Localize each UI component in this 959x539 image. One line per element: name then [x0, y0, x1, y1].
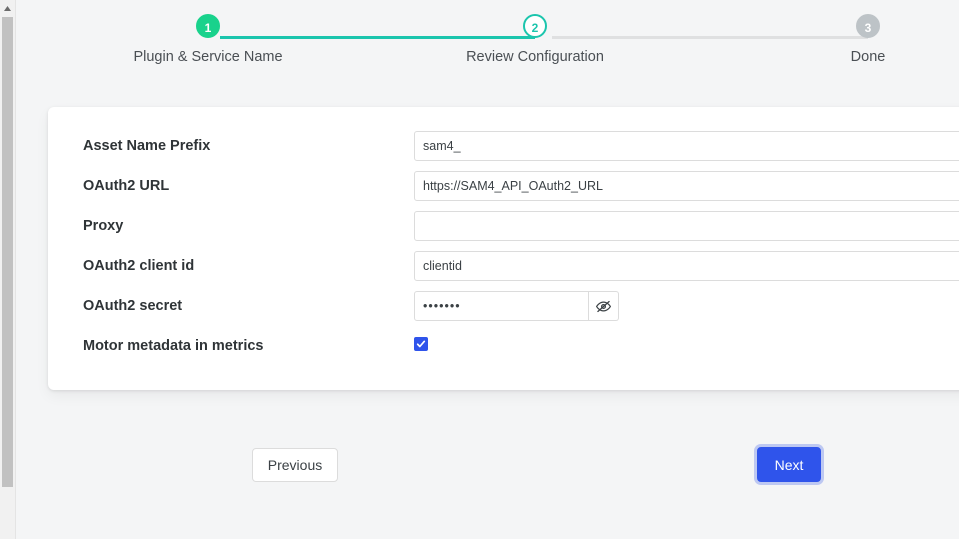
- wizard-step-1[interactable]: 1 Plugin & Service Name: [128, 14, 288, 65]
- control-oauth2-secret: [414, 291, 619, 321]
- vertical-scrollbar[interactable]: [0, 0, 16, 539]
- step-3-label: Done: [788, 49, 948, 65]
- control-oauth2-url: [414, 171, 959, 201]
- oauth2-secret-input[interactable]: [414, 291, 589, 321]
- motor-metadata-checkbox[interactable]: [414, 337, 428, 351]
- scroll-up-arrow-icon[interactable]: [0, 0, 15, 16]
- form-row-oauth2-url: OAuth2 URL: [48, 167, 959, 207]
- control-motor-metadata: [414, 331, 428, 351]
- step-1-circle: 1: [196, 14, 220, 38]
- form-row-proxy: Proxy: [48, 207, 959, 247]
- oauth2-client-id-input[interactable]: [414, 251, 959, 281]
- label-oauth2-client-id: OAuth2 client id: [83, 258, 194, 274]
- next-button[interactable]: Next: [757, 447, 821, 482]
- wizard-step-3[interactable]: 3 Done: [788, 14, 948, 65]
- proxy-input[interactable]: [414, 211, 959, 241]
- step-3-circle: 3: [856, 14, 880, 38]
- page-root: 1 Plugin & Service Name 2 Review Configu…: [0, 0, 959, 539]
- step-1-label: Plugin & Service Name: [128, 49, 288, 65]
- step-2-circle: 2: [523, 14, 547, 38]
- form-row-motor-metadata: Motor metadata in metrics: [48, 327, 959, 367]
- label-oauth2-url: OAuth2 URL: [83, 178, 169, 194]
- configuration-form-card: Asset Name Prefix OAuth2 URL Proxy OAuth…: [48, 107, 959, 390]
- wizard-step-2[interactable]: 2 Review Configuration: [455, 14, 615, 65]
- oauth2-secret-group: [414, 291, 619, 321]
- scrollbar-thumb[interactable]: [2, 17, 13, 487]
- step-2-label: Review Configuration: [455, 49, 615, 65]
- label-proxy: Proxy: [83, 218, 123, 234]
- stepper-connector-1-2: [220, 36, 535, 39]
- checkmark-icon: [416, 339, 426, 349]
- form-row-asset-name-prefix: Asset Name Prefix: [48, 127, 959, 167]
- previous-button[interactable]: Previous: [252, 448, 338, 482]
- page-viewport: 1 Plugin & Service Name 2 Review Configu…: [16, 0, 959, 539]
- control-proxy: [414, 211, 959, 241]
- wizard-stepper: 1 Plugin & Service Name 2 Review Configu…: [16, 0, 959, 96]
- label-motor-metadata-in-metrics: Motor metadata in metrics: [83, 338, 264, 354]
- oauth2-url-input[interactable]: [414, 171, 959, 201]
- form-row-oauth2-client-id: OAuth2 client id: [48, 247, 959, 287]
- eye-slash-icon[interactable]: [589, 291, 619, 321]
- label-oauth2-secret: OAuth2 secret: [83, 298, 182, 314]
- label-asset-name-prefix: Asset Name Prefix: [83, 138, 210, 154]
- control-asset-name-prefix: [414, 131, 959, 161]
- control-oauth2-client-id: [414, 251, 959, 281]
- asset-name-prefix-input[interactable]: [414, 131, 959, 161]
- form-row-oauth2-secret: OAuth2 secret: [48, 287, 959, 327]
- stepper-connector-2-3: [552, 36, 868, 39]
